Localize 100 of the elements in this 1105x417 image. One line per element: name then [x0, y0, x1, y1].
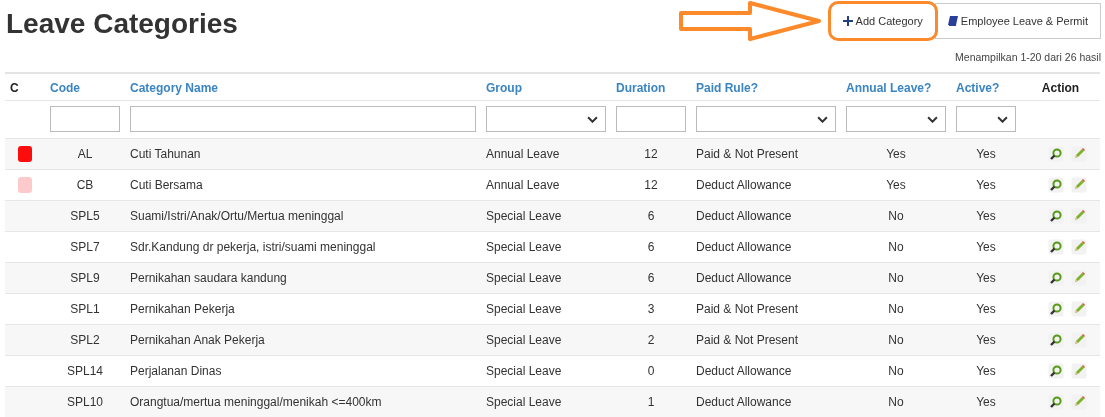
edit-icon[interactable] — [1071, 363, 1087, 379]
table-cell: Sdr.Kandung dr pekerja, istri/suami meninggal — [130, 240, 376, 254]
sort-link[interactable]: Annual Leave? — [846, 80, 932, 95]
table-cell: Pernikahan Anak Pekerja — [130, 333, 265, 347]
chevron-icon — [927, 115, 938, 123]
edit-icon[interactable] — [1071, 332, 1087, 348]
table-cell: No — [888, 395, 904, 409]
table-cell: No — [888, 333, 904, 347]
table-cell: SPL14 — [67, 364, 103, 378]
page-title: Leave Categories — [6, 8, 238, 41]
table-cell: Special Leave — [486, 364, 562, 378]
table-cell: Special Leave — [486, 240, 562, 254]
table-cell: 6 — [647, 209, 655, 223]
table-cell: 6 — [647, 240, 655, 254]
table-cell: 3 — [647, 302, 655, 316]
table-cell: Yes — [976, 147, 996, 161]
table-cell: Pernikahan saudara kandung — [130, 271, 287, 285]
sort-link[interactable]: Group — [486, 80, 522, 95]
table-cell: Annual Leave — [486, 178, 560, 192]
view-icon[interactable] — [1048, 177, 1064, 193]
filter-dropdown[interactable] — [696, 106, 836, 132]
edit-icon[interactable] — [1071, 239, 1087, 255]
edit-icon[interactable] — [1071, 301, 1087, 317]
sort-link[interactable]: Paid Rule? — [696, 80, 758, 95]
table-cell: Yes — [976, 240, 996, 254]
table-cell: Paid & Not Present — [696, 333, 799, 347]
table-cell: No — [888, 240, 904, 254]
plus-icon — [842, 16, 853, 26]
table-cell: Deduct Allowance — [696, 364, 792, 378]
table-cell: Yes — [976, 302, 996, 316]
table-cell: Deduct Allowance — [696, 271, 792, 285]
filter-dropdown[interactable] — [846, 106, 946, 132]
table-cell: Yes — [886, 147, 906, 161]
view-icon[interactable] — [1048, 394, 1064, 410]
table-cell: No — [888, 271, 904, 285]
sort-link[interactable]: Code — [50, 80, 80, 95]
table-cell: 12 — [644, 178, 658, 192]
view-icon[interactable] — [1048, 301, 1064, 317]
table-cell: Yes — [976, 364, 996, 378]
table-cell: Special Leave — [486, 271, 562, 285]
table-cell: Yes — [976, 178, 996, 192]
filter-dropdown[interactable] — [486, 106, 606, 132]
book-icon — [947, 15, 958, 27]
view-icon[interactable] — [1048, 146, 1064, 162]
table-cell: Special Leave — [486, 302, 562, 316]
table-cell: Deduct Allowance — [696, 178, 792, 192]
view-icon[interactable] — [1048, 239, 1064, 255]
table-cell: Paid & Not Present — [696, 147, 799, 161]
table-cell: Special Leave — [486, 209, 562, 223]
edit-icon[interactable] — [1071, 208, 1087, 224]
table-cell: Special Leave — [486, 333, 562, 347]
table-cell: Yes — [886, 178, 906, 192]
view-icon[interactable] — [1048, 332, 1064, 348]
table-cell: Cuti Bersama — [130, 178, 203, 192]
table-cell: SPL2 — [70, 333, 100, 347]
chevron-icon — [817, 115, 828, 123]
table-cell: Pernikahan Pekerja — [130, 302, 235, 316]
toolbar-button[interactable]: Add Category — [829, 3, 936, 39]
filter-field[interactable] — [616, 106, 686, 132]
table-cell: 2 — [647, 333, 655, 347]
filter-dropdown[interactable] — [956, 106, 1016, 132]
table-cell: AL — [77, 147, 93, 161]
table-cell: 1 — [647, 395, 655, 409]
table-cell: Paid & Not Present — [696, 302, 799, 316]
table-cell: SPL5 — [70, 209, 100, 223]
view-icon[interactable] — [1048, 208, 1064, 224]
table-cell: Yes — [976, 271, 996, 285]
table-cell: Special Leave — [486, 395, 562, 409]
toolbar-button[interactable]: Employee Leave & Permit — [934, 3, 1101, 39]
sort-link[interactable]: Active? — [956, 80, 1000, 95]
sort-link[interactable]: Category Name — [130, 80, 219, 95]
sort-link[interactable]: Duration — [616, 80, 666, 95]
edit-icon[interactable] — [1071, 146, 1087, 162]
table-cell: 6 — [647, 271, 655, 285]
table-cell: Deduct Allowance — [696, 395, 792, 409]
table-cell: 0 — [647, 364, 655, 378]
filter-field[interactable] — [50, 106, 120, 132]
view-icon[interactable] — [1048, 363, 1064, 379]
table-cell: Orangtua/mertua meninggal/menikah <=400km — [130, 395, 382, 409]
result-count: Menampilkan 1-20 dari 26 hasil — [955, 51, 1101, 63]
table-cell: SPL9 — [70, 271, 100, 285]
table-cell: Suami/Istri/Anak/Ortu/Mertua meninggal — [130, 209, 344, 223]
table-cell: SPL7 — [70, 240, 100, 254]
table-cell: Cuti Tahunan — [130, 147, 201, 161]
table-cell: No — [888, 364, 904, 378]
table-cell: Deduct Allowance — [696, 240, 792, 254]
table-cell: No — [888, 209, 904, 223]
table-cell: Yes — [976, 333, 996, 347]
edit-icon[interactable] — [1071, 270, 1087, 286]
edit-icon[interactable] — [1071, 394, 1087, 410]
table-cell: Deduct Allowance — [696, 209, 792, 223]
column-header: Action — [1041, 80, 1080, 95]
chevron-icon — [997, 115, 1008, 123]
table-cell: Yes — [976, 395, 996, 409]
filter-field[interactable] — [130, 106, 476, 132]
table-cell: No — [888, 302, 904, 316]
view-icon[interactable] — [1048, 270, 1064, 286]
table-cell: Annual Leave — [486, 147, 560, 161]
table-cell: Yes — [976, 209, 996, 223]
edit-icon[interactable] — [1071, 177, 1087, 193]
